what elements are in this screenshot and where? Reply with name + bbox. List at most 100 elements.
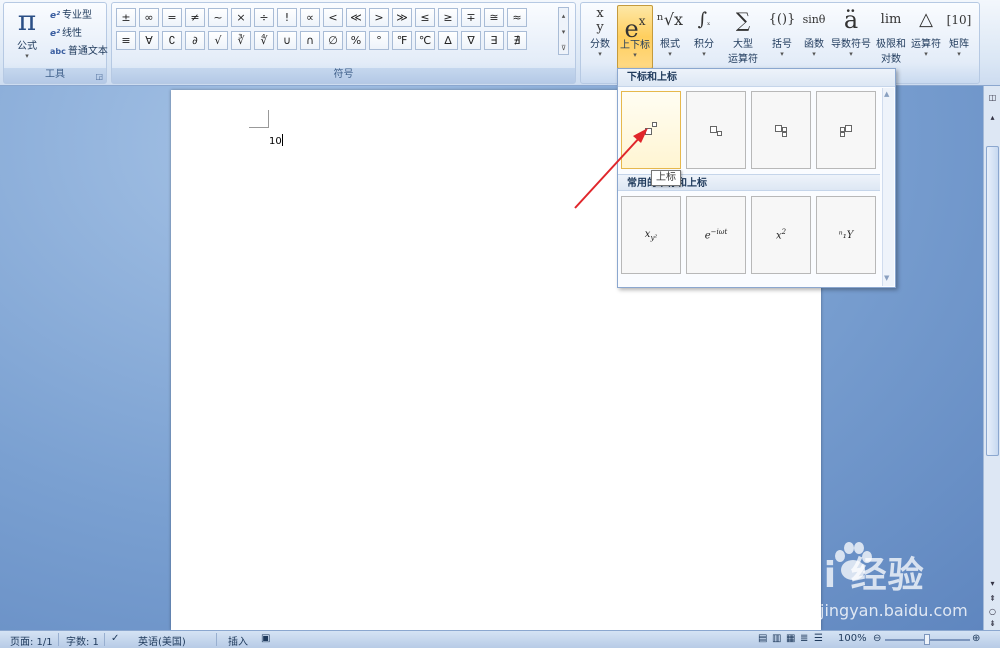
symbol-button[interactable]: ≪: [346, 8, 366, 27]
zoom-in-icon[interactable]: ⊕: [972, 633, 980, 644]
outline-view-icon[interactable]: ≣: [800, 633, 808, 644]
scroll-up-icon[interactable]: ▴: [985, 110, 1000, 125]
function-icon: sinθ: [802, 13, 826, 26]
linear-button[interactable]: e² 线性: [50, 25, 108, 43]
symbol-button[interactable]: ±: [116, 8, 136, 27]
gallery-scrollbar[interactable]: ▲ ▼: [882, 88, 894, 286]
symbol-button[interactable]: ∜: [254, 31, 274, 50]
symbol-button[interactable]: =: [162, 8, 182, 27]
symbol-button[interactable]: ∝: [300, 8, 320, 27]
zoom-out-icon[interactable]: ⊖: [873, 633, 881, 644]
symbol-button[interactable]: !: [277, 8, 297, 27]
symbol-button[interactable]: >: [369, 8, 389, 27]
insert-mode[interactable]: 插入: [228, 633, 248, 648]
symbol-scroll[interactable]: ▴ ▾ ⊽: [558, 7, 569, 55]
symbol-button[interactable]: ℃: [415, 31, 435, 50]
chevron-down-icon: ▾: [702, 50, 706, 58]
matrix-button[interactable]: [10] 矩阵 ▾: [943, 5, 975, 58]
bracket-button[interactable]: {()} 括号 ▾: [765, 5, 799, 58]
symbol-button[interactable]: ≤: [415, 8, 435, 27]
superscript-template[interactable]: [621, 91, 681, 169]
symbol-button[interactable]: ℉: [392, 31, 412, 50]
common-script-item[interactable]: ⁿ₁Y: [816, 196, 876, 274]
web-layout-view-icon[interactable]: ▦: [786, 633, 795, 644]
subscript-template[interactable]: [686, 91, 746, 169]
symbol-button[interactable]: ≥: [438, 8, 458, 27]
full-screen-view-icon[interactable]: ▥: [772, 633, 781, 644]
fraction-button[interactable]: xy 分数 ▾: [583, 5, 617, 59]
large-operator-button[interactable]: ∑ 大型 运算符: [721, 5, 765, 65]
operator-button[interactable]: △ 运算符 ▾: [909, 5, 943, 58]
symbol-button[interactable]: ∓: [461, 8, 481, 27]
accent-button[interactable]: ä 导数符号 ▾: [829, 5, 873, 58]
ruler-toggle-icon[interactable]: ◫: [985, 90, 1000, 105]
chevron-down-icon: ▾: [598, 50, 602, 58]
print-layout-view-icon[interactable]: ▤: [758, 633, 767, 644]
symbol-button[interactable]: ∛: [231, 31, 251, 50]
symbol-button[interactable]: ÷: [254, 8, 274, 27]
symbol-button[interactable]: ∂: [185, 31, 205, 50]
symbol-button[interactable]: <: [323, 8, 343, 27]
zoom-level[interactable]: 100%: [838, 633, 867, 644]
symbol-button[interactable]: ≡: [116, 31, 136, 50]
crop-mark: [249, 127, 268, 128]
scroll-thumb[interactable]: [986, 146, 999, 456]
language-indicator[interactable]: 英语(美国): [138, 633, 186, 648]
symbol-button[interactable]: °: [369, 31, 389, 50]
professional-icon: e²: [50, 11, 61, 21]
symbol-button[interactable]: ×: [231, 8, 251, 27]
script-templates-row: [621, 91, 881, 169]
watermark-brand: Bai 经验: [770, 555, 925, 596]
chevron-down-icon: ▾: [849, 50, 853, 58]
common-script-item[interactable]: xy²: [621, 196, 681, 274]
symbol-button[interactable]: ∄: [507, 31, 527, 50]
scroll-down-icon[interactable]: ▾: [985, 576, 1000, 591]
draft-view-icon[interactable]: ☰: [814, 633, 823, 644]
plain-text-button[interactable]: abc 普通文本: [50, 43, 108, 61]
tooltip: 上标: [651, 170, 681, 186]
common-script-item[interactable]: e−iωt: [686, 196, 746, 274]
radical-button[interactable]: ⁿ√x 根式 ▾: [653, 5, 687, 58]
gallery-header: 下标和上标: [618, 69, 895, 87]
symbols-group: ± ∞ = ≠ ~ × ÷! ∝ < ≪ > ≫ ≤ ≥ ∓ ≅ ≈ ≡ ∀ ∁ ∂ √ ∛ ∜ ∪ ∩ ∅% ° ℉ ℃ ∆ ∇ ∃ ∄ ▴ ▾…: [111, 2, 576, 84]
proofing-icon[interactable]: ✓: [111, 633, 119, 644]
professional-button[interactable]: e² 专业型: [50, 7, 108, 25]
zoom-slider-thumb[interactable]: [924, 634, 930, 645]
left-sub-superscript-template[interactable]: [816, 91, 876, 169]
word-count[interactable]: 字数: 1: [66, 633, 99, 648]
symbol-button[interactable]: ≫: [392, 8, 412, 27]
symbol-button[interactable]: ~: [208, 8, 228, 27]
pi-icon: π: [17, 4, 37, 37]
function-button[interactable]: sinθ 函数 ▾: [799, 5, 829, 58]
integral-button[interactable]: ∫ₓ 积分 ▾: [687, 5, 721, 58]
limit-log-button[interactable]: lim 极限和 对数: [873, 5, 909, 65]
next-page-icon[interactable]: ⇟: [985, 616, 1000, 631]
symbol-button[interactable]: %: [346, 31, 366, 50]
common-script-item[interactable]: x2: [751, 196, 811, 274]
vertical-scrollbar[interactable]: ◫ ▴ ▾ ⇞ ○ ⇟: [983, 86, 1000, 630]
symbol-button[interactable]: ∃: [484, 31, 504, 50]
sub-superscript-template[interactable]: [751, 91, 811, 169]
linear-icon: e²: [50, 29, 61, 39]
symbol-button[interactable]: ∁: [162, 31, 182, 50]
symbol-button[interactable]: ∪: [277, 31, 297, 50]
symbol-button[interactable]: √: [208, 31, 228, 50]
symbol-button[interactable]: ∞: [139, 8, 159, 27]
document-text[interactable]: 10: [269, 134, 283, 147]
chevron-down-icon: ▾: [25, 52, 29, 60]
dialog-launcher-icon[interactable]: ◲: [95, 72, 103, 81]
symbol-button[interactable]: ∆: [438, 31, 458, 50]
page-count[interactable]: 页面: 1/1: [10, 633, 53, 648]
symbol-button[interactable]: ∇: [461, 31, 481, 50]
chevron-down-icon: ▾: [780, 50, 784, 58]
chevron-down-icon: ▾: [924, 50, 928, 58]
symbol-button[interactable]: ∀: [139, 31, 159, 50]
script-button[interactable]: ex 上下标 ▾: [617, 5, 653, 69]
macro-record-icon[interactable]: ▣: [261, 633, 270, 644]
symbol-button[interactable]: ∩: [300, 31, 320, 50]
symbol-button[interactable]: ≠: [185, 8, 205, 27]
formula-button[interactable]: π 公式 ▾: [8, 5, 46, 65]
symbol-button[interactable]: ≈: [507, 8, 527, 27]
symbol-button[interactable]: ≅: [484, 8, 504, 27]
symbol-button[interactable]: ∅: [323, 31, 343, 50]
